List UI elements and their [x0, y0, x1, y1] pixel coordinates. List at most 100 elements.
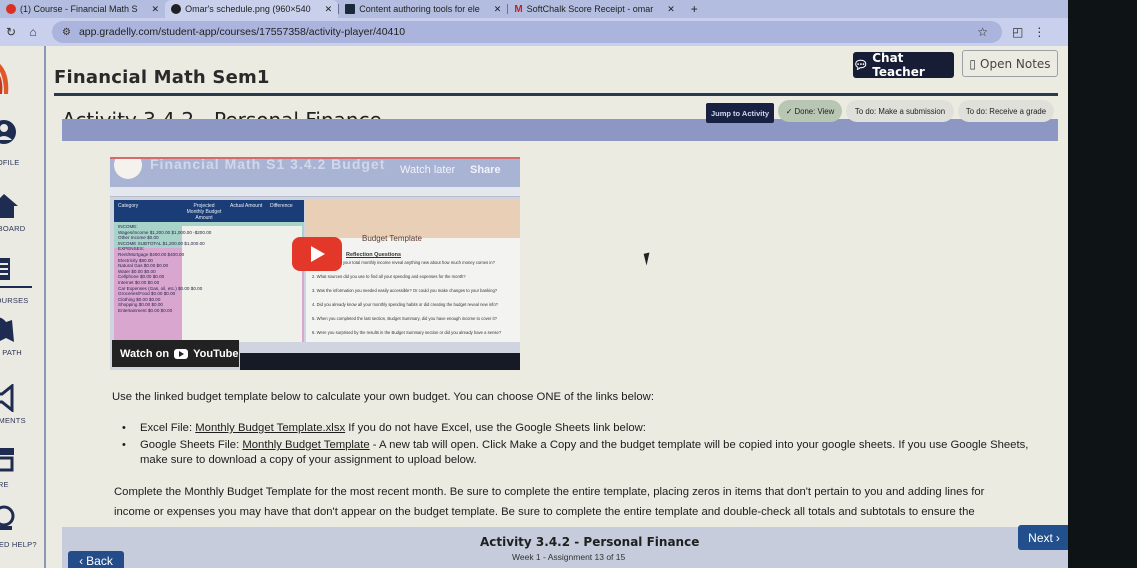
- excel-template-link[interactable]: Monthly Budget Template.xlsx: [195, 422, 345, 434]
- status-pill-todo-grade: To do: Receive a grade: [958, 100, 1054, 122]
- play-button[interactable]: [292, 237, 342, 271]
- budget-template-label: Budget Template: [362, 234, 422, 243]
- google-sheets-template-link[interactable]: Monthly Budget Template: [242, 439, 369, 451]
- footer-assignment-progress: Week 1 - Assignment 13 of 15: [512, 552, 626, 562]
- chat-teacher-button[interactable]: 💬︎ Chat Teacher: [853, 51, 954, 79]
- screen: (1) Course - Financial Math S ✕ Omar's s…: [0, 0, 1068, 568]
- item-prefix: Excel File:: [140, 422, 196, 434]
- youtube-video-embed[interactable]: Financial Math S1 3.4.2 Budget Watch lat…: [110, 157, 520, 370]
- reflection-question: 5. When you completed the last section, …: [312, 316, 497, 321]
- site-settings-icon[interactable]: ⚙: [62, 27, 71, 38]
- reflection-question: 4. Did you already know all your monthly…: [312, 302, 498, 307]
- left-sidebar: PROFILE DASHBOARD COURSES LEARNING PATH …: [0, 46, 46, 568]
- tab-title: (1) Course - Financial Math S: [20, 4, 138, 14]
- mouse-cursor-icon: [643, 252, 653, 266]
- extensions-icon[interactable]: ◰: [1012, 25, 1023, 39]
- list-item: Google Sheets File: Monthly Budget Templ…: [122, 438, 1040, 468]
- reflection-question: 3. Was the information you needed easily…: [312, 288, 498, 293]
- item-suffix: If you do not have Excel, use the Google…: [345, 422, 646, 434]
- megaphone-icon: [0, 384, 14, 412]
- browser-tab[interactable]: Content authoring tools for ele ✕: [339, 0, 507, 18]
- youtube-logo-icon: [174, 348, 189, 359]
- reflection-question: 6. Were you surprised by the results in …: [312, 330, 502, 335]
- sheet-row: Entertainment $0.00 $0.00: [118, 307, 173, 313]
- gmail-favicon-icon: M: [514, 3, 523, 15]
- bookmark-star-icon[interactable]: ☆: [977, 25, 988, 39]
- reload-icon[interactable]: ↻: [0, 25, 22, 39]
- address-bar[interactable]: ⚙ app.gradelly.com/student-app/courses/1…: [52, 21, 1002, 43]
- sidebar-item-label: LEARNING PATH: [0, 348, 22, 357]
- chevron-right-icon: ›: [1055, 530, 1060, 545]
- open-notes-button[interactable]: ▯ Open Notes: [962, 50, 1058, 77]
- map-pin-icon: [0, 317, 14, 342]
- book-icon: [0, 258, 10, 280]
- tab-close-icon[interactable]: ✕: [325, 4, 333, 15]
- watch-on-youtube-button[interactable]: Watch on YouTube: [112, 340, 239, 367]
- template-link-list: Excel File: Monthly Budget Template.xlsx…: [122, 421, 1040, 470]
- video-taskbar: [240, 353, 520, 370]
- jump-to-activity-button[interactable]: Jump to Activity: [706, 103, 774, 123]
- user-icon: [0, 120, 16, 144]
- tab-title: SoftChalk Score Receipt - omar: [526, 4, 654, 14]
- video-reflection-panel: Budget Template Reflection Questions 1. …: [306, 200, 520, 342]
- tab-close-icon[interactable]: ✕: [667, 4, 675, 15]
- tab-close-icon[interactable]: ✕: [494, 4, 502, 15]
- video-spreadsheet: Category Projected Monthly Budget Amount…: [114, 200, 304, 342]
- browser-tab-active[interactable]: Omar's schedule.png (960×540 ✕: [165, 0, 339, 18]
- course-title: Financial Math Sem1: [54, 67, 270, 88]
- watch-later-button[interactable]: Watch later: [400, 164, 455, 176]
- menu-kebab-icon[interactable]: ⋮: [1033, 25, 1045, 39]
- active-indicator: [0, 286, 32, 288]
- tab-favicon-icon: [345, 4, 356, 14]
- sidebar-item-label: NEED HELP?: [0, 540, 37, 549]
- school-logo-icon: [0, 63, 9, 94]
- back-label: Back: [86, 554, 113, 568]
- sidebar-item-label: ANNOUNCEMENTS: [0, 416, 26, 425]
- browser-tab[interactable]: M SoftChalk Score Receipt - omar ✕: [508, 0, 680, 18]
- browser-tab-bar: (1) Course - Financial Math S ✕ Omar's s…: [0, 0, 1068, 18]
- questions-heading: Reflection Questions: [346, 252, 402, 258]
- share-button[interactable]: Share: [470, 164, 501, 176]
- open-notes-label: Open Notes: [980, 56, 1051, 71]
- url-text: app.gradelly.com/student-app/courses/175…: [78, 26, 406, 38]
- list-item: Excel File: Monthly Budget Template.xlsx…: [122, 421, 1040, 436]
- back-button[interactable]: ‹ Back: [68, 551, 124, 568]
- instructions-intro: Use the linked budget template below to …: [112, 391, 654, 403]
- next-button[interactable]: Next ›: [1018, 525, 1068, 550]
- home-icon[interactable]: ⌂: [22, 25, 44, 39]
- tab-favicon-icon: [6, 4, 16, 14]
- sheet-rows: INCOME: Wages/Income $1,200.00 $1,000.00…: [118, 224, 304, 314]
- headset-icon: [0, 505, 15, 530]
- sheet-header: Category: [118, 203, 139, 209]
- youtube-label: YouTube: [193, 347, 239, 360]
- chat-bubble-icon: 💬︎: [853, 58, 869, 72]
- footer-activity-title: Activity 3.4.2 - Personal Finance: [480, 535, 700, 549]
- sidebar-item-label: DASHBOARD: [0, 224, 26, 233]
- watch-on-label: Watch on: [120, 347, 170, 360]
- channel-logo[interactable]: [114, 159, 142, 179]
- sheet-header: Difference: [270, 203, 293, 209]
- item-prefix: Google Sheets File:: [140, 439, 243, 451]
- sidebar-item-label: PROFILE: [0, 158, 20, 167]
- tab-favicon-icon: [171, 4, 182, 14]
- sheet-header: Projected Monthly Budget Amount: [186, 203, 222, 221]
- chat-teacher-label: Chat Teacher: [872, 51, 925, 79]
- next-label: Next: [1028, 530, 1053, 545]
- activity-banner: [62, 119, 1058, 141]
- tab-close-icon[interactable]: ✕: [152, 4, 160, 15]
- monitor-bezel: [1068, 0, 1137, 568]
- video-excel-ribbon: Financial Math S1 3.4.2 Budget Watch lat…: [110, 159, 520, 187]
- sidebar-item-label: COURSES: [0, 296, 29, 305]
- tab-title: Content authoring tools for ele: [359, 4, 480, 14]
- header-divider: [54, 93, 1058, 96]
- sidebar-item-label: STORE: [0, 480, 9, 489]
- browser-tab[interactable]: (1) Course - Financial Math S ✕: [0, 0, 165, 18]
- video-title[interactable]: Financial Math S1 3.4.2 Budget: [150, 159, 385, 172]
- sheet-header-row: Category Projected Monthly Budget Amount…: [114, 200, 304, 222]
- new-tab-button[interactable]: +: [691, 2, 698, 16]
- video-formula-bar: [110, 187, 520, 197]
- browser-toolbar: ↻ ⌂ ⚙ app.gradelly.com/student-app/cours…: [0, 18, 1068, 46]
- chevron-left-icon: ‹: [79, 554, 84, 568]
- sheet-banner: [306, 200, 520, 238]
- sheet-header: Actual Amount: [230, 203, 263, 209]
